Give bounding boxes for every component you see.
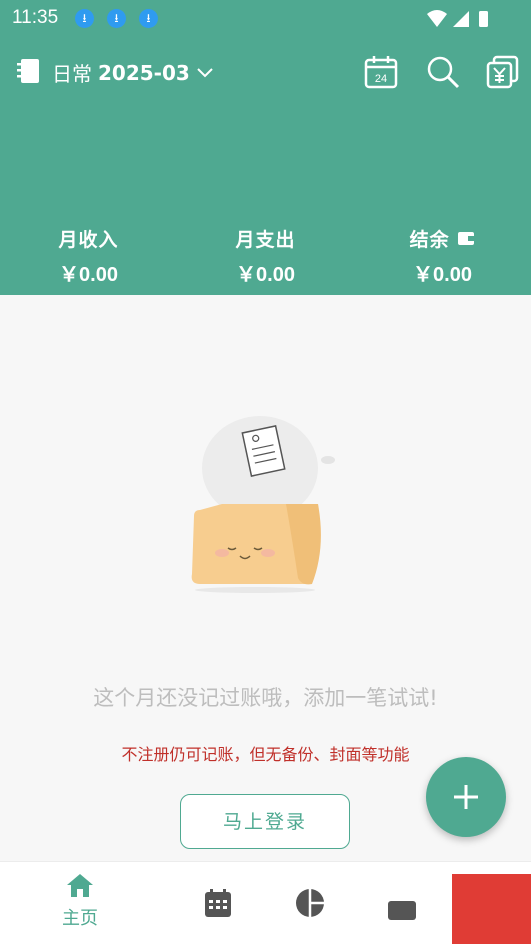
app-header: 11:35 ⭳ ⭳ ⭳ 日常 2025-03 24 月收入 ￥0.00 月支出 …: [0, 0, 531, 295]
currency-switch-icon[interactable]: [486, 55, 520, 89]
status-bar: 11:35 ⭳ ⭳ ⭳: [0, 0, 531, 36]
download-icon: ⭳: [139, 9, 158, 28]
income-value: ￥0.00: [59, 264, 118, 286]
ledger-name: 日常: [52, 62, 92, 86]
chevron-down-icon: [197, 67, 213, 77]
signal-icon: [453, 11, 469, 27]
home-icon: [67, 874, 93, 897]
add-record-button[interactable]: [426, 757, 506, 837]
system-status-icons: [427, 10, 488, 27]
plus-icon: [454, 785, 478, 809]
wallet-icon: [458, 232, 475, 245]
ledger-month-selector[interactable]: 日常 2025-03: [52, 58, 214, 87]
overlay-red-block: [452, 874, 531, 944]
expense-value: ￥0.00: [236, 264, 295, 286]
empty-folder-illustration: [191, 416, 335, 593]
download-icon: ⭳: [107, 9, 126, 28]
wifi-icon: [427, 10, 447, 27]
search-icon[interactable]: [426, 55, 460, 89]
empty-state-message: 这个月还没记过账哦，添加一笔试试!: [93, 686, 438, 710]
nav-home[interactable]: 主页: [62, 872, 98, 930]
status-time: 11:35: [12, 7, 59, 28]
pie-chart-icon: [296, 889, 324, 917]
nav-calendar[interactable]: [204, 888, 232, 922]
ledger-book-icon[interactable]: [15, 57, 41, 85]
balance-summary[interactable]: 结余 ￥0.00: [354, 225, 531, 287]
calendar-grid-icon: [205, 889, 231, 917]
battery-icon: [479, 11, 488, 27]
balance-value: ￥0.00: [413, 264, 472, 286]
expense-label: 月支出: [235, 229, 296, 251]
income-label: 月收入: [58, 229, 119, 251]
download-icon: ⭳: [75, 9, 94, 28]
nav-statistics[interactable]: [295, 888, 325, 922]
monthly-summary: 月收入 ￥0.00 月支出 ￥0.00 结余 ￥0.00: [0, 225, 531, 287]
wallet-nav-icon: [388, 901, 416, 920]
toolbar: 日常 2025-03 24: [0, 48, 531, 96]
balance-label: 结余: [409, 229, 450, 251]
calendar-day: 24: [375, 73, 387, 85]
nav-more[interactable]: [387, 899, 417, 925]
calendar-icon[interactable]: 24: [364, 55, 398, 89]
login-button[interactable]: 马上登录: [180, 794, 350, 849]
nav-home-label: 主页: [62, 908, 98, 929]
month-label: 2025-03: [98, 60, 190, 85]
expense-summary: 月支出 ￥0.00: [177, 225, 354, 287]
income-summary: 月收入 ￥0.00: [0, 225, 177, 287]
